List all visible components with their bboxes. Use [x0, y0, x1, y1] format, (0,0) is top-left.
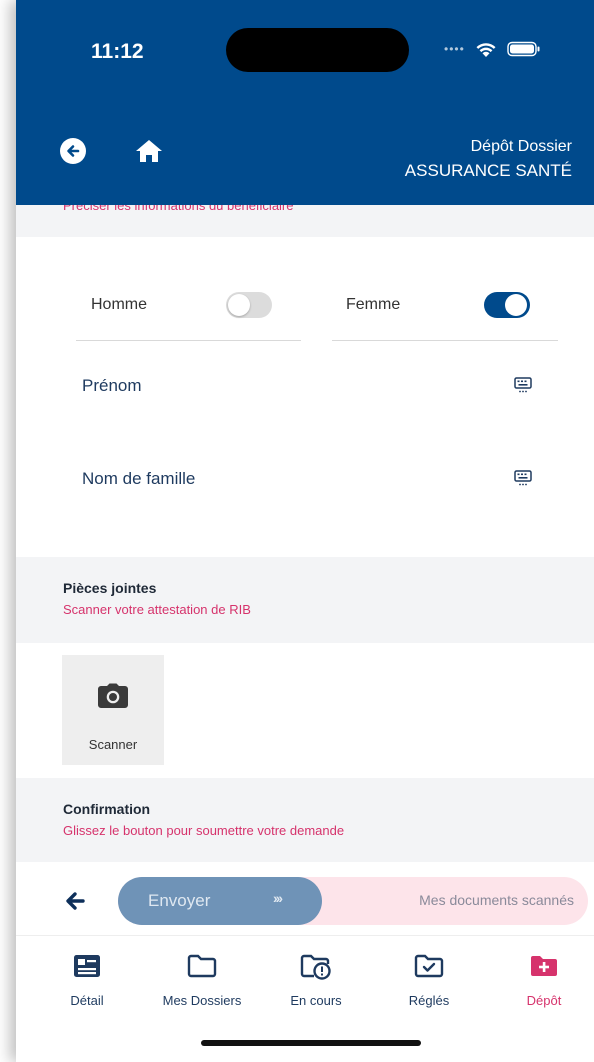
- keyboard-icon: [514, 470, 532, 486]
- tab-settled-label: Réglés: [408, 993, 450, 1008]
- slider-back-button[interactable]: [64, 890, 86, 912]
- scanner-button[interactable]: Scanner: [62, 655, 164, 765]
- scanned-documents-label: Mes documents scannés: [419, 892, 574, 908]
- toggle-knob: [228, 294, 250, 316]
- confirmation-title: Confirmation: [63, 801, 151, 817]
- send-slide-button[interactable]: Envoyer ›››: [118, 877, 322, 925]
- app-screen: 11:12 •••• Dépôt Dossier ASSURANCE SANTÉ…: [16, 0, 594, 1062]
- folder-icon: [187, 954, 217, 978]
- tab-my-files[interactable]: Mes Dossiers: [147, 948, 257, 1018]
- battery-status-icon: [507, 41, 540, 57]
- header-title-line2: ASSURANCE SANTÉ: [404, 161, 572, 180]
- chevrons-right-icon: ›››: [273, 890, 283, 906]
- send-label: Envoyer: [148, 891, 211, 910]
- folder-check-icon: [414, 954, 444, 978]
- id-card-icon: [74, 955, 100, 977]
- tab-my-files-label: Mes Dossiers: [162, 993, 242, 1008]
- back-arrow-icon: [67, 145, 80, 157]
- femme-underline: [332, 340, 558, 341]
- header-title-line1: Dépôt Dossier: [470, 138, 572, 155]
- home-indicator: [201, 1040, 421, 1046]
- first-name-field[interactable]: Prénom: [16, 362, 594, 412]
- femme-toggle[interactable]: [484, 292, 530, 318]
- attachments-section-header: [16, 557, 594, 643]
- gender-label-femme: Femme: [346, 296, 401, 313]
- scanner-label: Scanner: [88, 737, 138, 752]
- toggle-knob: [505, 294, 527, 316]
- tab-in-progress[interactable]: En cours: [261, 948, 371, 1018]
- cell-signal-icon: ••••: [444, 42, 465, 56]
- folder-plus-icon: [531, 956, 557, 976]
- tab-settled[interactable]: Réglés: [374, 948, 484, 1018]
- tab-detail-label: Détail: [70, 993, 104, 1008]
- last-name-field[interactable]: Nom de famille: [16, 455, 594, 505]
- camera-icon: [98, 683, 128, 708]
- tab-in-progress-label: En cours: [290, 993, 342, 1008]
- confirmation-section-header: [16, 778, 594, 862]
- tab-deposit-label: Dépôt: [526, 993, 562, 1008]
- submit-slider-area: Mes documents scannés Envoyer ›››: [16, 872, 594, 932]
- attachments-subtitle: Scanner votre attestation de RIB: [63, 602, 251, 617]
- header-redraw: 11:12 •••• Dépôt Dossier ASSURANCE SANTÉ: [16, 0, 594, 205]
- folder-alert-icon: [300, 954, 331, 980]
- status-icons: ••••: [444, 36, 541, 62]
- tab-deposit[interactable]: Dépôt: [489, 948, 594, 1018]
- gender-label-homme: Homme: [91, 296, 148, 313]
- homme-underline: [76, 340, 301, 341]
- dynamic-island-shape: [226, 28, 409, 72]
- gender-selector: Homme Femme: [16, 270, 594, 341]
- keyboard-icon: [514, 377, 532, 393]
- home-icon[interactable]: [134, 137, 164, 165]
- status-time-label: 11:12: [91, 40, 144, 63]
- last-name-label: Nom de famille: [82, 469, 196, 488]
- header-back-button[interactable]: [60, 138, 86, 164]
- first-name-label: Prénom: [82, 376, 142, 395]
- attachments-title: Pièces jointes: [63, 580, 157, 596]
- confirmation-subtitle: Glissez le bouton pour soumettre votre d…: [63, 823, 345, 838]
- homme-toggle[interactable]: [226, 292, 272, 318]
- tab-detail[interactable]: Détail: [32, 948, 142, 1018]
- wifi-status-icon: [476, 42, 496, 57]
